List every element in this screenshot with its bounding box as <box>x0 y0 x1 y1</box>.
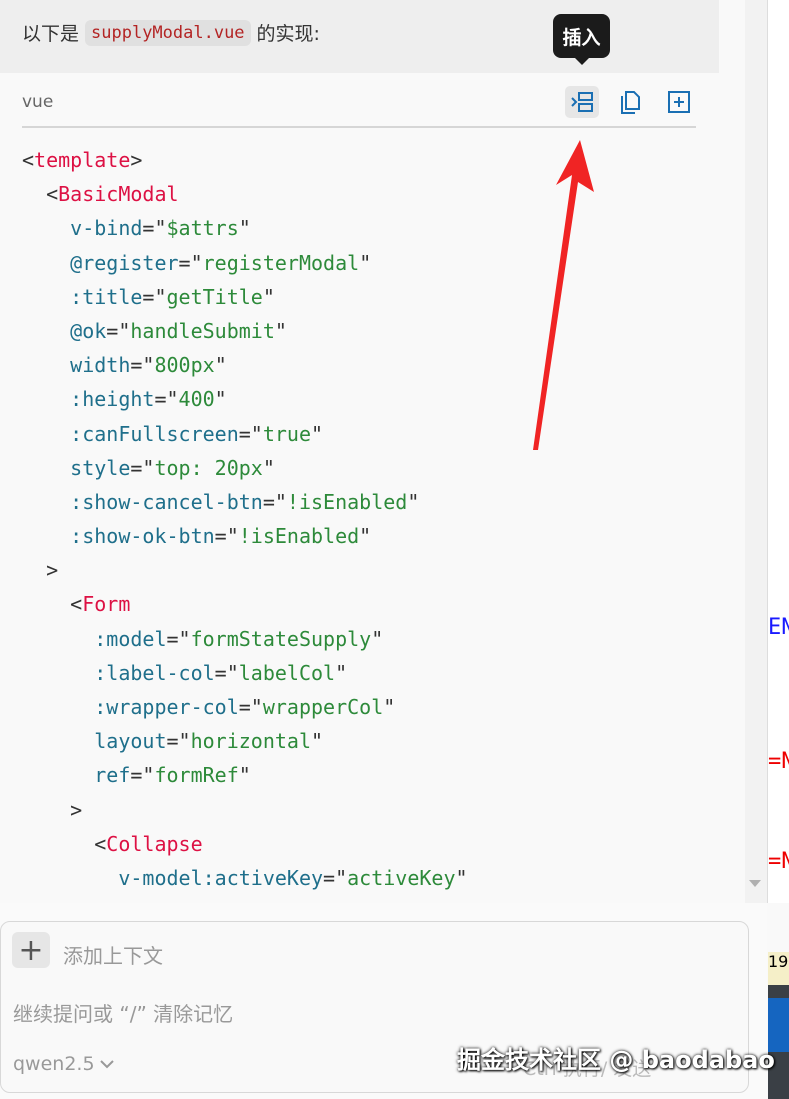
chevron-down-icon <box>99 1060 114 1069</box>
model-selector[interactable]: qwen2.5 <box>13 1053 115 1075</box>
add-context-button[interactable]: + <box>12 932 50 968</box>
background-badge: 19 <box>768 952 789 985</box>
watermark: 掘金技术社区 @ baodabao <box>457 1046 775 1074</box>
plus-icon: + <box>18 932 44 968</box>
chat-input-placeholder[interactable]: 继续提问或 “/” 清除记忆 <box>13 998 233 1027</box>
model-name: qwen2.5 <box>13 1053 95 1075</box>
red-arrow-shape <box>533 140 594 450</box>
add-context-label[interactable]: 添加上下文 <box>63 940 163 969</box>
